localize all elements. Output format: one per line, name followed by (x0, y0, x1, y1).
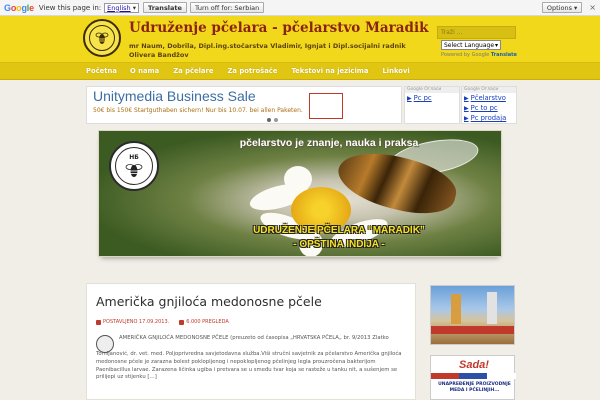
ad-link[interactable]: ▶ Pc prodaja (464, 114, 516, 123)
powered-translate-link[interactable]: Translate (491, 52, 517, 58)
translate-bar: Google View this page in: English ▾ Tran… (0, 0, 600, 16)
ad-banner[interactable]: Unitymedia Business Sale 50€ bis 150€ St… (86, 86, 402, 124)
ad-pagination (267, 118, 281, 122)
hero-slogan: pčelarstvo je znanje, nauka i praksa (239, 137, 419, 149)
ad-dot[interactable] (274, 118, 278, 122)
ad-title[interactable]: Unitymedia Business Sale (93, 88, 256, 104)
arrow-right-icon: ▶ (464, 105, 469, 112)
translate-language-link[interactable]: English (107, 4, 130, 12)
post-card: Američka gnjiloća medonosne pčele POSTAV… (86, 283, 416, 400)
ad-link-text[interactable]: Pc pc (414, 94, 432, 103)
ad-dot[interactable] (267, 118, 271, 122)
church-tower (487, 292, 497, 324)
hero-logo-text: НБ (129, 153, 139, 161)
bee-icon (89, 25, 115, 51)
hero-logo: НБ (109, 141, 159, 191)
sidebar-town-image[interactable] (430, 285, 515, 345)
flag-ribbon (431, 373, 516, 379)
ad-label: Google Oгласи (405, 87, 459, 93)
ad-label: Google Oгласи (462, 87, 516, 93)
ad-image[interactable] (309, 93, 343, 119)
arrow-right-icon: ▶ (407, 95, 412, 102)
site-description: mr Naum, Dobrila, Dipl.ing.stočarstva Vl… (129, 42, 406, 59)
site-title[interactable]: Udruženje pčelara - pčelarstvo Maradik (129, 20, 428, 36)
post-meta: POSTAVLJENO 17.09.2013. 6.000 PREGLEDA (96, 319, 229, 325)
hero-org-name: UDRUŽENJE PČELARA “MARADIK” (253, 225, 425, 236)
arrow-right-icon: ▶ (464, 95, 469, 102)
post-date: POSTAVLJENO 17.09.2013. (103, 319, 170, 325)
chevron-down-icon: ▾ (494, 41, 498, 49)
sidebar-promo-image[interactable]: Sada! UNAPREĐENJE PROIZVODNJE MEDA I PČE… (430, 355, 516, 400)
bee-icon (125, 163, 143, 177)
nav-item-pocetna[interactable]: Početna (86, 67, 117, 75)
eye-icon (179, 319, 185, 325)
nav-item-tekstovi[interactable]: Tekstovi na jezicima (291, 67, 368, 75)
powered-by: Powered by Google Translate (441, 52, 517, 58)
powered-by-label: Powered by (441, 52, 470, 58)
arrow-right-icon: ▶ (464, 115, 469, 122)
promo-text: UNAPREĐENJE PROIZVODNJE MEDA I PČELINJIH… (438, 382, 511, 393)
nav-item-linkovi[interactable]: Linkovi (382, 67, 409, 75)
promo-logo: Sada! (459, 359, 489, 371)
translate-button[interactable]: Translate (143, 2, 187, 13)
hero-banner: НБ pčelarstvo je znanje, nauka i praksa … (98, 130, 502, 257)
ad-links-right: Google Oгласи ▶ Pčelarstvo ▶ Pc to pc ▶ Pc … (461, 86, 517, 124)
nav-item-o-nama[interactable]: O nama (130, 67, 159, 75)
nav-item-za-potrosace[interactable]: Za potrošače (227, 67, 277, 75)
main-nav: Početna O nama Za pčelare Za potrošače T… (0, 62, 600, 80)
post-views: 6.000 PREGLEDA (186, 319, 229, 325)
image-stripe (431, 326, 514, 334)
options-button[interactable]: Options ▾ (541, 2, 583, 13)
post-excerpt-continued: Tomljanović, dr. vet. med. Poljoprivredn… (96, 351, 402, 381)
translate-language-select[interactable]: English ▾ (104, 2, 139, 13)
google-logo: Google (4, 2, 34, 13)
nav-item-za-pcelare[interactable]: Za pčelare (173, 67, 213, 75)
site-header: Udruženje pčelara - pčelarstvo Maradik m… (0, 16, 600, 62)
site-logo[interactable] (83, 19, 121, 57)
hero-org-location: - OPŠTINA INDIJA - (293, 239, 385, 250)
ad-link-text[interactable]: Pc prodaja (471, 114, 507, 123)
language-select[interactable]: Select Language ▾ (441, 40, 501, 50)
post-title[interactable]: Američka gnjiloća medonosne pčele (96, 294, 322, 309)
ad-link[interactable]: ▶ Pc to pc (464, 104, 516, 113)
post-excerpt: AMERIČKA GNJILOĆA MEDONOSNE PČELE (preuz… (119, 335, 389, 341)
ad-link[interactable]: ▶ Pčelarstvo (464, 94, 516, 103)
ad-link-text[interactable]: Pčelarstvo (471, 94, 506, 103)
ad-subtitle[interactable]: 50€ bis 150€ Startguthaben sichern! Nur … (93, 107, 303, 114)
ad-links-left: Google Oгласи ▶ Pc pc (404, 86, 460, 124)
calendar-icon (96, 319, 101, 325)
translate-view-text: View this page in: (38, 3, 102, 12)
ad-link[interactable]: ▶ Pc pc (407, 94, 459, 103)
church-tower (451, 294, 461, 324)
search-input[interactable]: Traži ... (437, 26, 516, 39)
close-icon[interactable]: × (589, 3, 596, 12)
ad-link-text[interactable]: Pc to pc (471, 104, 498, 113)
language-select-label: Select Language (444, 41, 495, 49)
turn-off-button[interactable]: Turn off for: Serbian (189, 2, 265, 13)
powered-google: Google (471, 52, 490, 58)
